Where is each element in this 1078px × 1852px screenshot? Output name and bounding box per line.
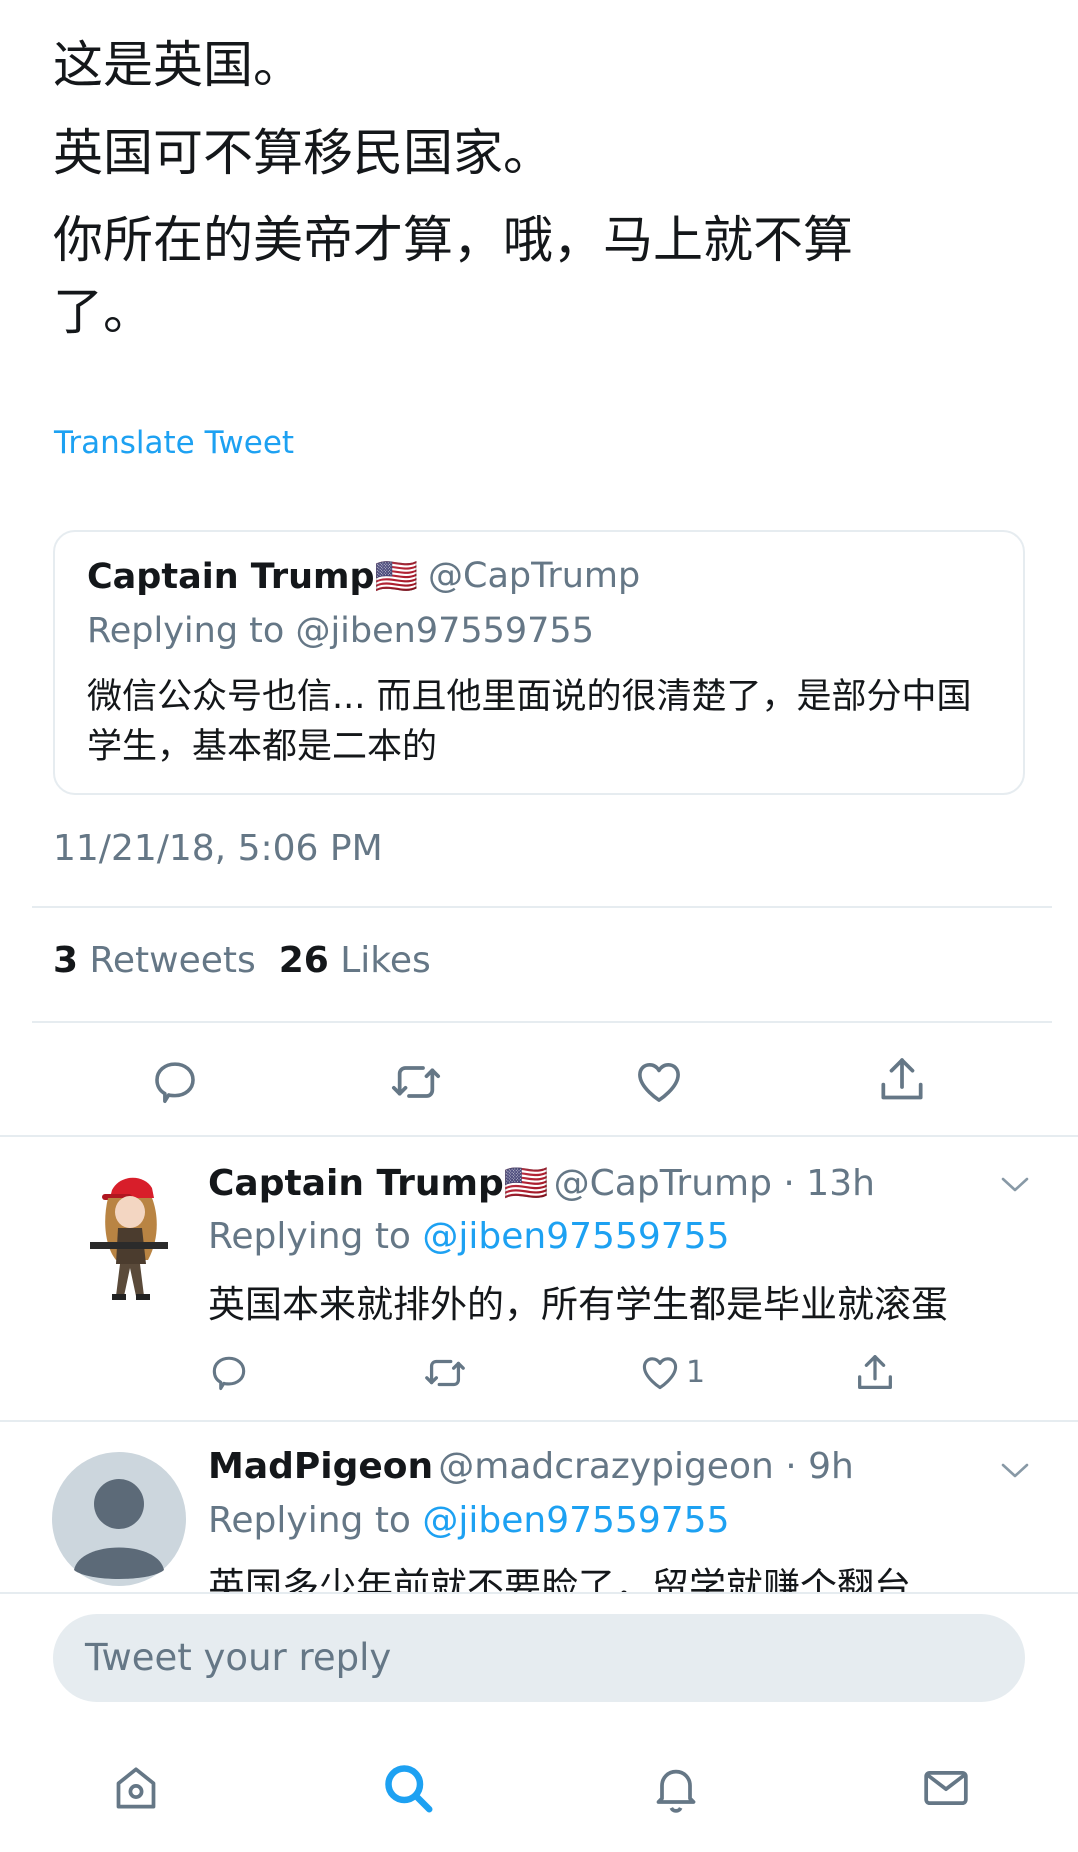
reply-1-share-button[interactable] xyxy=(852,1350,898,1396)
likes-label[interactable]: Likes xyxy=(340,940,431,981)
like-icon xyxy=(638,1063,680,1102)
tweet-text-line-2: 英国可不算移民国家。 xyxy=(53,124,553,182)
reply-2-body: 英国多少年前就不要脸了，留学就赚个翻台 xyxy=(208,1565,911,1592)
translate-tweet-link[interactable]: Translate Tweet xyxy=(54,425,294,461)
reply-1-avatar[interactable] xyxy=(72,1168,182,1312)
retweet-icon xyxy=(425,1359,465,1387)
share-button[interactable] xyxy=(874,1052,930,1108)
engagement-stats: 3 Retweets 26 Likes xyxy=(53,940,431,981)
reply-1-like-count: 1 xyxy=(686,1354,706,1390)
chevron-down-icon xyxy=(1001,1463,1029,1478)
divider xyxy=(0,1592,1078,1594)
reply-1-like-button[interactable]: 1 xyxy=(638,1350,705,1394)
share-icon xyxy=(881,1058,923,1100)
reply-1-header: Captain Trump🇺🇸 @CapTrump · 13h xyxy=(208,1162,875,1204)
divider xyxy=(0,1135,1078,1137)
tweet-timestamp: 11/21/18, 5:06 PM xyxy=(53,828,383,869)
divider xyxy=(32,906,1052,908)
anime-character-avatar xyxy=(90,1177,168,1300)
like-icon xyxy=(642,1357,678,1390)
messages-icon xyxy=(924,1770,968,1806)
tweet-text-line-4: 了。 xyxy=(53,283,153,341)
retweets-label[interactable]: Retweets xyxy=(90,940,256,981)
tab-notifications[interactable] xyxy=(648,1760,704,1816)
reply-2-header: MadPigeon @madcrazypigeon · 9h xyxy=(208,1446,854,1487)
reply-2-author-name[interactable]: MadPigeon xyxy=(208,1446,433,1487)
reply-2-handle: @madcrazypigeon · 9h xyxy=(438,1446,854,1487)
reply-2-mention-link[interactable]: @jiben97559755 xyxy=(422,1500,729,1541)
quoted-author-name: Captain Trump🇺🇸 xyxy=(87,557,419,597)
reply-icon xyxy=(212,1356,246,1391)
reply-2-menu-button[interactable] xyxy=(998,1458,1032,1482)
share-icon xyxy=(858,1355,892,1390)
reply-icon xyxy=(155,1062,195,1104)
search-icon xyxy=(385,1765,433,1813)
home-icon xyxy=(116,1767,156,1809)
replying-to-label: Replying to xyxy=(208,1500,411,1541)
reply-1-body: 英国本来就排外的，所有学生都是毕业就滚蛋 xyxy=(208,1283,948,1326)
reply-1-mention-link[interactable]: @jiben97559755 xyxy=(422,1216,729,1257)
reply-2-replying-to: Replying to @jiben97559755 xyxy=(208,1500,729,1541)
reply-input-placeholder: Tweet your reply xyxy=(85,1636,392,1679)
quoted-tweet-body: 微信公众号也信... 而且他里面说的很清楚了，是部分中国学生，基本都是二本的 xyxy=(87,677,972,767)
tweet-text-line-1: 这是英国。 xyxy=(53,36,303,94)
retweet-button[interactable] xyxy=(388,1054,444,1110)
like-button[interactable] xyxy=(632,1054,686,1108)
likes-count: 26 xyxy=(278,940,329,981)
reply-button[interactable] xyxy=(148,1054,202,1108)
tab-home[interactable] xyxy=(108,1760,164,1816)
divider xyxy=(32,1021,1052,1023)
reply-1-reply-button[interactable] xyxy=(207,1350,251,1394)
quoted-replying-to: Replying to @jiben97559755 xyxy=(87,611,594,651)
reply-1-handle: @CapTrump · 13h xyxy=(553,1163,875,1204)
chevron-down-icon xyxy=(1001,1177,1029,1192)
reply-1-menu-button[interactable] xyxy=(998,1172,1032,1196)
retweet-icon xyxy=(391,1066,441,1098)
tab-search[interactable] xyxy=(378,1758,438,1818)
reply-1-retweet-button[interactable] xyxy=(422,1350,468,1396)
retweets-count: 3 xyxy=(53,940,79,981)
quoted-author-handle: @CapTrump xyxy=(428,556,641,596)
tab-messages[interactable] xyxy=(918,1760,974,1816)
divider xyxy=(0,1420,1078,1422)
notifications-icon xyxy=(656,1769,696,1813)
reply-1-author-name[interactable]: Captain Trump🇺🇸 xyxy=(208,1163,549,1204)
reply-2-body-clip: 英国多少年前就不要脸了，留学就赚个翻台 xyxy=(0,1555,1078,1592)
reply-1-replying-to: Replying to @jiben97559755 xyxy=(208,1216,729,1257)
replying-to-label: Replying to xyxy=(208,1216,411,1257)
